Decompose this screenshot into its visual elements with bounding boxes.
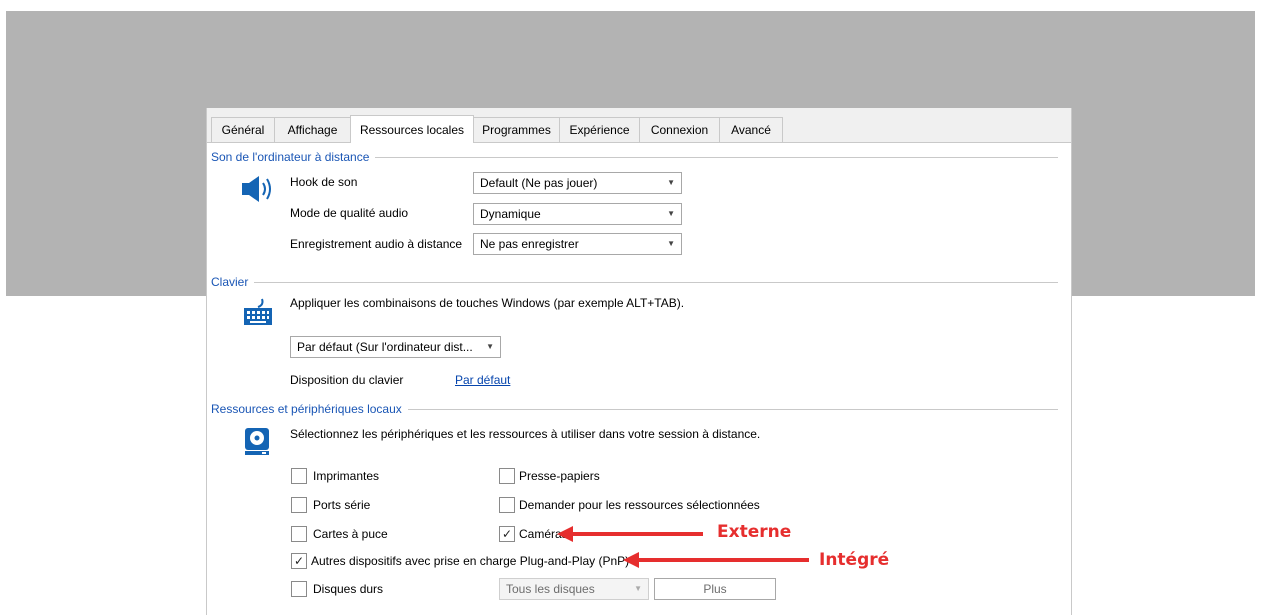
serial-ports-label: Ports série (313, 498, 371, 512)
hard-disks-checkbox[interactable] (291, 581, 307, 597)
keyboard-layout-link[interactable]: Par défaut (455, 373, 510, 387)
chevron-down-icon: ▼ (667, 239, 675, 248)
sound-hook-value: Default (Ne pas jouer) (480, 176, 598, 190)
audio-quality-select[interactable]: Dynamique ▼ (473, 203, 682, 225)
tab-experience[interactable]: Expérience (559, 117, 640, 142)
sound-hook-select[interactable]: Default (Ne pas jouer) ▼ (473, 172, 682, 194)
audio-quality-label: Mode de qualité audio (290, 206, 409, 220)
keyboard-description: Appliquer les combinaisons de touches Wi… (290, 296, 685, 310)
tab-connection[interactable]: Connexion (639, 117, 720, 142)
speaker-icon (242, 176, 271, 202)
section-title-sound: Son de l'ordinateur à distance (211, 150, 376, 164)
drive-icon (245, 428, 269, 455)
ask-selected-label: Demander pour les ressources sélectionné… (519, 498, 760, 512)
keyboard-combination-select[interactable]: Par défaut (Sur l'ordinateur dist... ▼ (290, 336, 501, 358)
ask-selected-checkbox[interactable] (499, 497, 515, 513)
keyboard-combination-value: Par défaut (Sur l'ordinateur dist... (297, 340, 473, 354)
audio-recording-value: Ne pas enregistrer (480, 237, 579, 251)
tab-bar: Général Affichage Ressources locales Pro… (207, 108, 1071, 143)
audio-quality-value: Dynamique (480, 207, 541, 221)
audio-recording-select[interactable]: Ne pas enregistrer ▼ (473, 233, 682, 255)
annotation-integre: Intégré (819, 550, 890, 570)
sound-hook-label: Hook de son (290, 175, 358, 189)
devices-description: Sélectionnez les périphériques et les re… (290, 427, 761, 441)
clipboard-checkbox[interactable] (499, 468, 515, 484)
chevron-down-icon: ▼ (667, 209, 675, 218)
smart-cards-label: Cartes à puce (313, 527, 388, 541)
section-title-keyboard: Clavier (211, 275, 255, 289)
printers-label: Imprimantes (313, 469, 380, 483)
annotation-externe: Externe (717, 522, 792, 542)
checkmark-icon: ✓ (293, 554, 305, 568)
chevron-down-icon: ▼ (667, 178, 675, 187)
tab-programs[interactable]: Programmes (473, 117, 560, 142)
clipboard-label: Presse-papiers (519, 469, 600, 483)
annotation-arrow-integre (623, 552, 809, 568)
arrow-externe-icon (557, 526, 703, 542)
cameras-checkbox[interactable]: ✓ (499, 526, 515, 542)
keyboard-layout-label: Disposition du clavier (290, 373, 404, 387)
tab-display[interactable]: Affichage (274, 117, 351, 142)
checkmark-icon: ✓ (501, 527, 513, 541)
tab-advanced[interactable]: Avancé (719, 117, 783, 142)
pnp-checkbox[interactable]: ✓ (291, 553, 307, 569)
serial-ports-checkbox[interactable] (291, 497, 307, 513)
section-title-devices: Ressources et périphériques locaux (211, 402, 408, 416)
keyboard-icon (244, 298, 272, 325)
smart-cards-checkbox[interactable] (291, 526, 307, 542)
remote-desktop-options-dialog: Général Affichage Ressources locales Pro… (206, 108, 1072, 615)
chevron-down-icon: ▼ (486, 342, 494, 351)
tab-local-resources[interactable]: Ressources locales (350, 115, 474, 143)
audio-recording-label: Enregistrement audio à distance (290, 237, 463, 251)
printers-checkbox[interactable] (291, 468, 307, 484)
tab-general[interactable]: Général (211, 117, 275, 142)
section-divider (213, 282, 1058, 283)
hard-disks-label: Disques durs (313, 582, 384, 596)
